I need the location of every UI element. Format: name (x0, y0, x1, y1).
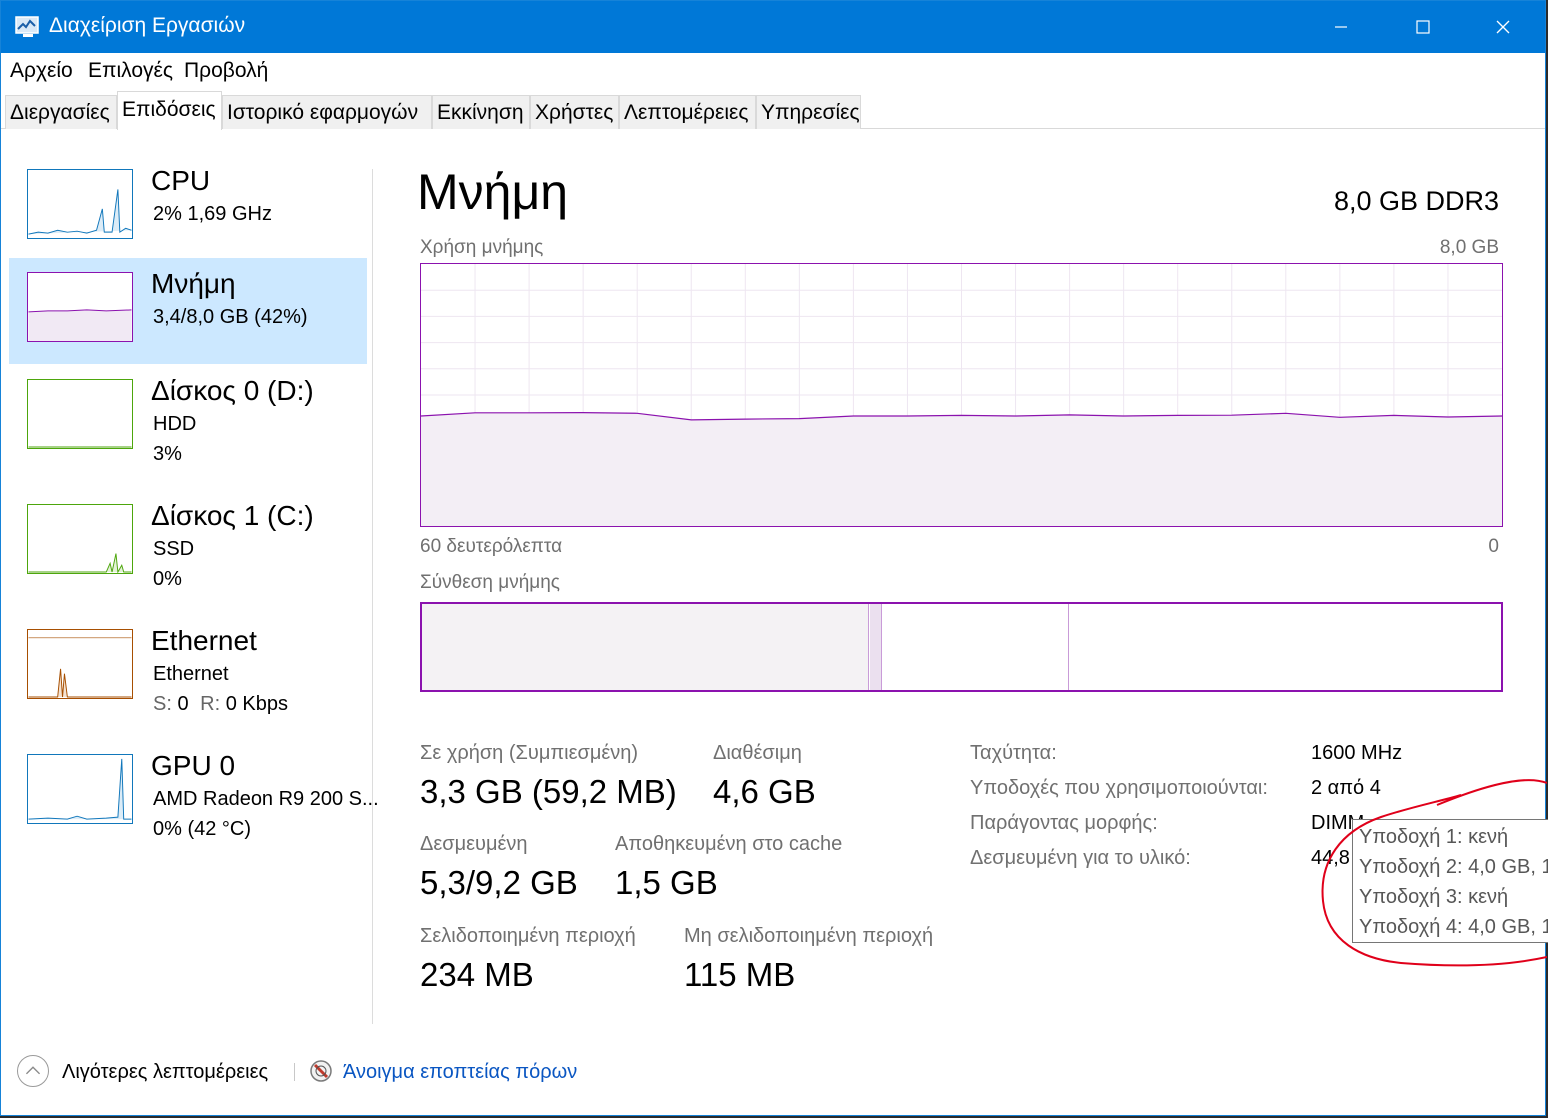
graph-time-right: 0 (1488, 536, 1499, 557)
task-manager-window: Διαχείριση Εργασιών Αρχείο Επιλογές Προβ… (0, 0, 1548, 1116)
footer: Λιγότερες λεπτομέρειες Άνοιγμα εποπτείας… (1, 1041, 1545, 1111)
resource-cpu-title: CPU (151, 165, 211, 196)
tab-startup[interactable]: Εκκίνηση (432, 95, 530, 129)
resource-memory-title: Μνήμη (151, 268, 236, 299)
send-label: S: (153, 693, 172, 715)
nonpaged-pool-value: 115 MB (684, 956, 796, 993)
cached-value: 1,5 GB (615, 864, 718, 901)
tab-users[interactable]: Χρήστες (530, 95, 619, 129)
close-icon[interactable] (1463, 1, 1543, 53)
resource-gpu-0-title: GPU 0 (151, 750, 236, 781)
paged-pool-value: 234 MB (420, 956, 534, 993)
resource-ethernet-throughput: S: 0 R: 0 Kbps (153, 693, 288, 716)
composition-in-use (422, 604, 869, 690)
resource-ethernet-adapter: Ethernet (153, 663, 229, 685)
composition-modified (870, 604, 882, 690)
minimize-icon[interactable] (1301, 1, 1381, 53)
form-factor-label: Παράγοντας μορφής: (970, 812, 1158, 834)
tab-services[interactable]: Υπηρεσίες (756, 95, 861, 129)
task-manager-icon (15, 16, 39, 37)
resource-ethernet-title: Ethernet (151, 625, 257, 656)
memory-usage-chart (420, 264, 1503, 526)
resource-list: CPU 2% 1,69 GHz Μνήμη 3,4/8,0 GB (42%) Δ… (9, 147, 379, 1027)
tab-app-history[interactable]: Ιστορικό εφαρμογών (222, 95, 432, 129)
memory-usage-area (421, 412, 1502, 526)
nonpaged-pool-label: Μη σελιδοποιημένη περιοχή (684, 925, 934, 947)
memory-composition-bar (420, 602, 1503, 692)
panel-divider (372, 169, 373, 1024)
slots-used-label: Υποδοχές που χρησιμοποιούνται: (970, 777, 1268, 799)
menu-options[interactable]: Επιλογές (88, 59, 173, 83)
usage-graph-max: 8,0 GB (1439, 237, 1499, 258)
paged-pool-label: Σελιδοποιημένη περιοχή (420, 925, 636, 947)
menu-file[interactable]: Αρχείο (10, 59, 73, 83)
resource-disk-1[interactable]: Δίσκος 1 (C:) SSD 0% (9, 490, 367, 596)
memory-thumbnail-graph (27, 272, 133, 342)
resource-memory[interactable]: Μνήμη 3,4/8,0 GB (42%) (9, 258, 367, 364)
available-value: 4,6 GB (713, 773, 816, 810)
resource-disk-0-type: HDD (153, 413, 197, 435)
cpu-thumbnail-graph (27, 169, 133, 239)
resource-cpu-detail: 2% 1,69 GHz (153, 203, 272, 225)
resource-gpu-0[interactable]: GPU 0 AMD Radeon R9 200 S... 0% (42 °C) (9, 740, 379, 846)
receive-label: R: (200, 693, 221, 715)
resource-disk-0-title: Δίσκος 0 (D:) (151, 375, 314, 406)
receive-value: 0 Kbps (225, 693, 288, 715)
title-bar[interactable]: Διαχείριση Εργασιών (1, 1, 1545, 53)
resource-cpu[interactable]: CPU 2% 1,69 GHz (9, 155, 367, 261)
tab-performance[interactable]: Επιδόσεις (117, 91, 222, 130)
resource-disk-0[interactable]: Δίσκος 0 (D:) HDD 3% (9, 365, 367, 471)
window-title: Διαχείριση Εργασιών (49, 14, 246, 37)
speed-value: 1600 MHz (1311, 742, 1403, 764)
in-use-label: Σε χρήση (Συμπιεσμένη) (420, 742, 639, 764)
memory-spec: 8,0 GB DDR3 (1333, 186, 1499, 216)
gpu-0-thumbnail-graph (27, 754, 133, 824)
resource-ethernet[interactable]: Ethernet Ethernet S: 0 R: 0 Kbps (9, 615, 367, 721)
available-label: Διαθέσιμη (713, 742, 802, 764)
resource-gpu-0-model: AMD Radeon R9 200 S... (153, 788, 379, 810)
memory-usage-graph (420, 263, 1503, 527)
page-title: Μνήμη (417, 164, 569, 220)
graph-time-left: 60 δευτερόλεπτα (420, 536, 563, 557)
resource-memory-detail: 3,4/8,0 GB (42%) (153, 306, 308, 328)
speed-label: Ταχύτητα: (970, 742, 1057, 764)
tab-details[interactable]: Λεπτομέρειες (619, 95, 756, 129)
maximize-icon[interactable] (1383, 1, 1463, 53)
usage-graph-label: Χρήση μνήμης (420, 237, 544, 258)
hardware-reserved-label: Δεσμευμένη για το υλικό: (970, 847, 1191, 869)
menu-view[interactable]: Προβολή (184, 59, 268, 83)
ethernet-thumbnail-graph (27, 629, 133, 699)
composition-label: Σύνθεση μνήμης (420, 572, 560, 593)
footer-divider (294, 1063, 295, 1081)
disk-0-thumbnail-graph (27, 379, 133, 449)
red-annotation-circle (1321, 779, 1547, 967)
open-resource-monitor-link[interactable]: Άνοιγμα εποπτείας πόρων (343, 1061, 577, 1084)
in-use-value: 3,3 GB (59,2 MB) (420, 773, 677, 810)
composition-standby (883, 604, 1069, 690)
resource-disk-1-title: Δίσκος 1 (C:) (151, 500, 314, 531)
tab-processes[interactable]: Διεργασίες (5, 95, 117, 129)
menu-bar: Αρχείο Επιλογές Προβολή (1, 53, 1545, 89)
committed-label: Δεσμευμένη (420, 833, 528, 855)
resource-monitor-icon[interactable] (309, 1059, 333, 1083)
send-value: 0 (177, 693, 189, 715)
committed-value: 5,3/9,2 GB (420, 864, 578, 901)
resource-disk-0-usage: 3% (153, 443, 182, 465)
resource-gpu-0-usage: 0% (42 °C) (153, 818, 252, 840)
cached-label: Αποθηκευμένη στο cache (615, 833, 843, 855)
tab-strip: Διεργασίες Επιδόσεις Ιστορικό εφαρμογών … (1, 89, 1545, 130)
resource-disk-1-type: SSD (153, 538, 195, 560)
collapse-chevron-icon[interactable] (17, 1055, 49, 1087)
disk-1-thumbnail-graph (27, 504, 133, 574)
resource-disk-1-usage: 0% (153, 568, 182, 590)
fewer-details-button[interactable]: Λιγότερες λεπτομέρειες (62, 1061, 268, 1084)
